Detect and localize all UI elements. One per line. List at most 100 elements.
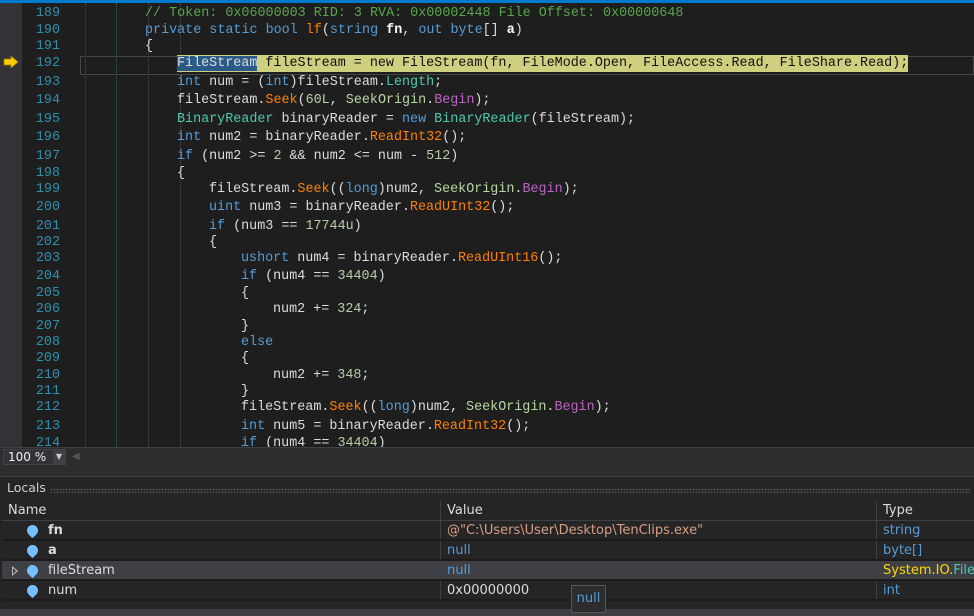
code-token: Begin (434, 93, 475, 108)
code-line[interactable]: 212 fileStream.Seek((long)num2, SeekOrigi… (0, 399, 974, 416)
code-line[interactable]: 206 num2 += 324; (0, 301, 974, 318)
code-token: 348 (337, 368, 362, 383)
code-token: num5 = binaryReader. (265, 419, 434, 434)
code-token: ) (377, 269, 386, 284)
name-cell: fn (2, 521, 440, 539)
code-line[interactable]: 197 if (num2 >= 2 && num2 <= num - 512) (0, 148, 974, 165)
scroll-left-icon[interactable]: ◀ (72, 451, 80, 462)
code-line[interactable]: 210 num2 += 348; (0, 367, 974, 384)
horizontal-scrollbar[interactable] (0, 609, 974, 616)
code-line[interactable]: 203 ushort num4 = binaryReader.ReadUInt16… (0, 250, 974, 267)
value-cell[interactable]: 0x00000000 (440, 581, 876, 599)
code-text: if (num3 == 17744u) (209, 218, 362, 235)
table-row[interactable]: a null byte[] (2, 541, 974, 561)
code-token: && num2 <= num - (281, 149, 427, 164)
table-row-selected[interactable]: fileStream null System.IO.FileStream (2, 561, 974, 581)
code-text: } (241, 383, 249, 400)
code-line[interactable]: 209 { (0, 350, 974, 367)
code-token: (); (506, 419, 531, 434)
code-text: uint num3 = binaryReader.ReadUInt32(); (209, 199, 514, 216)
local-variable-icon (24, 582, 41, 599)
code-line[interactable]: 202 { (0, 234, 974, 251)
line-number: 193 (35, 75, 60, 90)
column-header-name[interactable]: Name (2, 501, 440, 520)
code-token: 60L (305, 93, 330, 108)
code-token: (num4 == (257, 269, 338, 284)
code-token: Seek (297, 182, 330, 197)
code-editor[interactable]: 189 // Token: 0x06000003 RID: 3 RVA: 0x00… (0, 3, 974, 447)
code-token: { (241, 286, 250, 301)
code-token: num3 = binaryReader. (241, 200, 410, 215)
line-number: 210 (35, 368, 60, 383)
line-number: 201 (35, 219, 60, 234)
line-number: 207 (35, 319, 60, 334)
type-cell: byte[] (876, 541, 974, 559)
table-row[interactable]: fn @"C:\Users\User\Desktop\TenClips.exe"… (2, 521, 974, 541)
code-token: (( (329, 182, 346, 197)
value-cell[interactable]: null (440, 541, 876, 559)
value-cell[interactable]: @"C:\Users\User\Desktop\TenClips.exe" (440, 521, 876, 539)
code-line[interactable]: 213 int num5 = binaryReader.ReadInt32(); (0, 418, 974, 435)
code-line[interactable]: 192 FileStream fileStream = new FileStrea… (0, 55, 974, 72)
code-token: ); (474, 93, 491, 108)
column-header-type[interactable]: Type (876, 501, 974, 520)
code-token: FileStream (177, 56, 258, 71)
type-cell: string (876, 521, 974, 539)
code-line[interactable]: 190 private static bool lf(string fn, out… (0, 22, 974, 39)
code-line[interactable]: 196 int num2 = binaryReader.ReadInt32(); (0, 129, 974, 146)
code-line[interactable]: 200 uint num3 = binaryReader.ReadUInt32()… (0, 199, 974, 216)
code-token: ( (297, 93, 306, 108)
code-token: ReadUInt32 (409, 200, 491, 215)
code-token: . (426, 93, 435, 108)
code-token: (num4 == (257, 436, 338, 447)
code-line[interactable]: 194 fileStream.Seek(60L, SeekOrigin.Begin… (0, 92, 974, 109)
chevron-down-icon[interactable]: ▼ (53, 450, 65, 464)
line-number: 191 (35, 39, 60, 54)
code-token: (num3 == (225, 219, 306, 234)
code-token: ; (361, 302, 370, 317)
column-header-value[interactable]: Value (440, 501, 876, 520)
code-token: (( (361, 400, 378, 415)
code-token: else (241, 335, 274, 350)
code-token: SeekOrigin (345, 93, 427, 108)
code-text: } (241, 318, 249, 335)
code-text: num2 += 348; (273, 367, 369, 384)
line-number: 203 (35, 251, 60, 266)
code-line[interactable]: 214 if (num4 == 34404) (0, 435, 974, 447)
code-line[interactable]: 195 BinaryReader binaryReader = new Binar… (0, 111, 974, 128)
code-token: 512 (426, 149, 451, 164)
code-line[interactable]: 201 if (num3 == 17744u) (0, 218, 974, 235)
code-text: { (241, 285, 249, 302)
splitter[interactable] (0, 465, 974, 476)
code-line[interactable]: 205 { (0, 285, 974, 302)
value-cell[interactable]: null (440, 561, 876, 579)
line-number: 197 (35, 149, 60, 164)
code-line[interactable]: 204 if (num4 == 34404) (0, 268, 974, 285)
code-token: long (345, 182, 378, 197)
code-line[interactable]: 191 { (0, 38, 974, 55)
code-line[interactable]: 208 else (0, 334, 974, 351)
expand-arrow-icon[interactable] (12, 566, 18, 576)
code-token: )num2, (377, 182, 435, 197)
line-number: 190 (35, 23, 60, 38)
zoom-dropdown[interactable]: 100 % ▼ (3, 449, 66, 465)
code-line[interactable]: 211} (0, 383, 974, 400)
line-number: 192 (35, 56, 60, 71)
code-token: Begin (554, 400, 595, 415)
type-class: FileStream (953, 563, 974, 578)
code-line[interactable]: 189 // Token: 0x06000003 RID: 3 RVA: 0x00… (0, 5, 974, 22)
local-variable-icon (24, 522, 41, 539)
table-row[interactable]: num 0x00000000 int (2, 581, 974, 601)
line-number: 204 (35, 269, 60, 284)
title-grip[interactable] (50, 488, 970, 493)
code-line[interactable]: 199 fileStream.Seek((long)num2, SeekOrigi… (0, 181, 974, 198)
code-line[interactable]: 193 int num = (int)fileStream.Length; (0, 74, 974, 91)
code-line[interactable]: 207} (0, 318, 974, 335)
code-token: ) (353, 219, 362, 234)
code-line[interactable]: 198 { (0, 165, 974, 182)
code-token: num2 += (273, 368, 338, 383)
code-token: out (418, 23, 443, 38)
code-token: if (177, 149, 194, 164)
